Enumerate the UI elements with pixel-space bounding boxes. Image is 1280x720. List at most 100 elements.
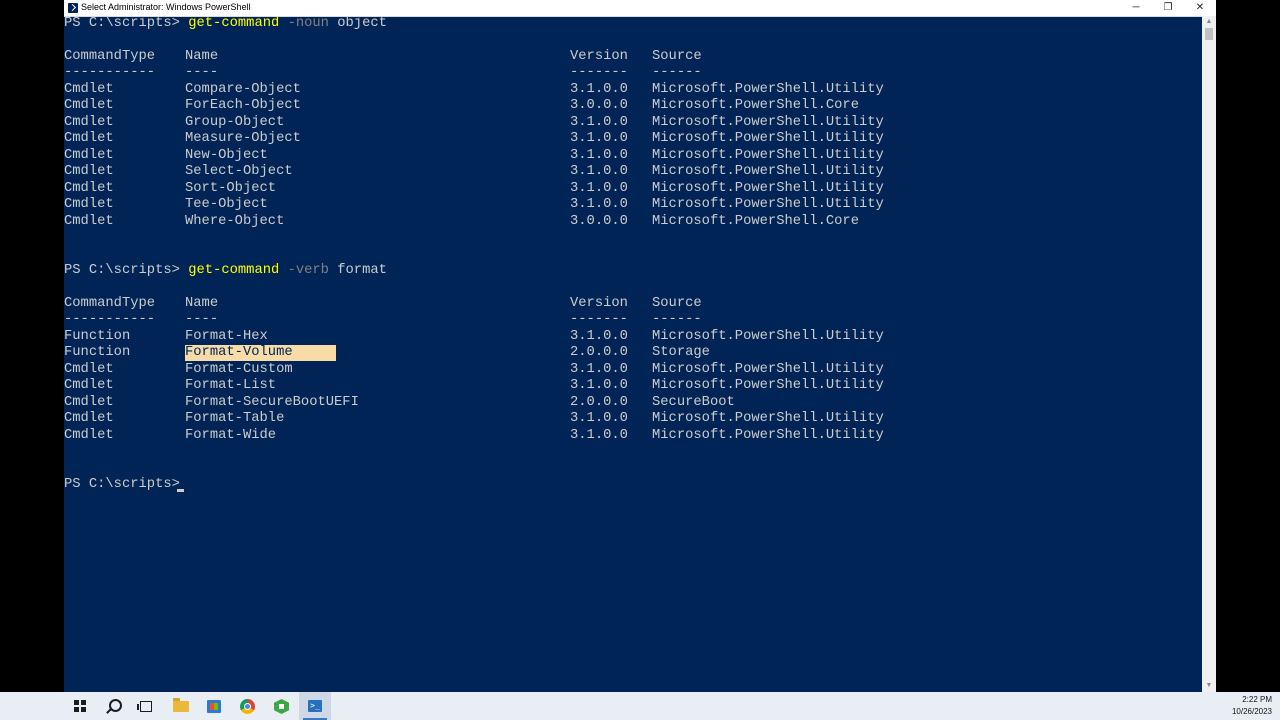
cell-name: Format-SecureBootUEFI [185, 395, 359, 410]
cell-name: Compare-Object [185, 82, 301, 97]
table-separator-row: ----------- ---- ------- ------ [64, 312, 702, 328]
cell-source: Microsoft.PowerShell.Utility [652, 181, 884, 196]
text-cursor [177, 489, 184, 492]
command-text: get-command [188, 16, 280, 31]
title-bar[interactable]: Select Administrator: Windows PowerShell… [64, 0, 1216, 17]
system-clock[interactable]: 2:22 PM 10/26/2023 [1232, 694, 1272, 718]
vertical-scrollbar[interactable]: ▲ ▼ [1202, 16, 1216, 692]
powershell-icon: >_ [308, 700, 322, 712]
chrome-button[interactable] [232, 692, 264, 720]
file-explorer-icon [173, 698, 189, 712]
cell-name: Group-Object [185, 115, 285, 130]
cell-commandtype: Cmdlet [64, 214, 114, 229]
store-button[interactable] [198, 692, 230, 720]
text-selection[interactable]: Format-Volume [185, 345, 336, 361]
header-commandtype: CommandType [64, 296, 156, 311]
powershell-window: Select Administrator: Windows PowerShell… [64, 0, 1216, 692]
separator: ---- [185, 65, 219, 80]
task-view-button[interactable] [130, 692, 162, 720]
command-line-2: PS C:\scripts> get-command -verb format [64, 263, 387, 279]
cell-name-selected[interactable]: Format-Volume [185, 345, 336, 361]
separator: ------- [570, 312, 628, 327]
minimize-button[interactable]: ─ [1120, 0, 1152, 16]
cell-name: Format-Wide [185, 428, 277, 443]
search-button[interactable] [97, 692, 129, 720]
letterbox-left [0, 0, 64, 692]
header-source: Source [652, 296, 702, 311]
separator: ----------- [64, 65, 156, 80]
cell-commandtype: Cmdlet [64, 411, 114, 426]
cell-source: Microsoft.PowerShell.Utility [652, 428, 884, 443]
start-button[interactable] [64, 692, 96, 720]
cell-name: Format-Custom [185, 362, 293, 377]
cell-version: 3.1.0.0 [570, 411, 628, 426]
cell-source: Microsoft.PowerShell.Utility [652, 115, 884, 130]
current-prompt-line[interactable]: PS C:\scripts> [64, 477, 188, 493]
cell-name: Where-Object [185, 214, 285, 229]
argument-text: format [337, 263, 387, 278]
taskbar: >_ 2:22 PM 10/26/2023 [0, 692, 1280, 720]
header-commandtype: CommandType [64, 49, 156, 64]
cell-version: 3.1.0.0 [570, 115, 628, 130]
cell-source: Microsoft.PowerShell.Utility [652, 82, 884, 97]
cell-commandtype: Cmdlet [64, 164, 114, 179]
cell-version: 2.0.0.0 [570, 395, 628, 410]
header-version: Version [570, 296, 628, 311]
cell-version: 3.1.0.0 [570, 362, 628, 377]
separator: ------ [652, 65, 702, 80]
cell-source: Microsoft.PowerShell.Utility [652, 148, 884, 163]
cell-name: New-Object [185, 148, 268, 163]
scrollbar-thumb[interactable] [1205, 28, 1213, 40]
clock-time: 2:22 PM [1242, 695, 1272, 704]
file-explorer-button[interactable] [165, 692, 197, 720]
command-line-1: PS C:\scripts> get-command -noun object [64, 16, 387, 32]
table-header-row: CommandType Name Version Source [64, 296, 702, 312]
cell-source: Microsoft.PowerShell.Utility [652, 362, 884, 377]
app-button[interactable] [266, 692, 298, 720]
clock-date: 10/26/2023 [1231, 707, 1272, 716]
chrome-icon [240, 699, 255, 714]
header-version: Version [570, 49, 628, 64]
cell-version: 3.1.0.0 [570, 197, 628, 212]
cell-source: Microsoft.PowerShell.Utility [652, 329, 884, 344]
cell-commandtype: Cmdlet [64, 378, 114, 393]
cell-source: Microsoft.PowerShell.Utility [652, 411, 884, 426]
cell-name: ForEach-Object [185, 98, 301, 113]
parameter-text: -verb [287, 263, 329, 278]
prompt: PS C:\scripts> [64, 16, 189, 31]
separator: ------ [652, 312, 702, 327]
cell-source: Microsoft.PowerShell.Utility [652, 164, 884, 179]
cell-version: 3.1.0.0 [570, 164, 628, 179]
cell-commandtype: Cmdlet [64, 148, 114, 163]
separator: ----------- [64, 312, 156, 327]
app-hex-icon [274, 699, 289, 714]
table-header-row: CommandType Name Version Source [64, 49, 702, 65]
restore-button[interactable]: ❐ [1152, 0, 1184, 16]
scroll-up-arrow-icon[interactable]: ▲ [1202, 16, 1216, 28]
powershell-taskbar-button[interactable]: >_ [299, 692, 331, 720]
console-output[interactable]: PS C:\scripts> get-command -noun object … [64, 16, 1202, 692]
search-icon [109, 699, 122, 712]
header-name: Name [185, 296, 219, 311]
argument-text: object [337, 16, 387, 31]
prompt: PS C:\scripts> [64, 477, 189, 492]
letterbox-right [1216, 0, 1280, 692]
windows-start-icon [74, 700, 86, 712]
cell-name: Measure-Object [185, 131, 301, 146]
window-title: Select Administrator: Windows PowerShell [81, 2, 251, 12]
header-source: Source [652, 49, 702, 64]
cell-version: 3.0.0.0 [570, 98, 628, 113]
powershell-app-icon [68, 3, 78, 13]
close-button[interactable]: ✕ [1184, 0, 1216, 16]
cell-name: Format-Table [185, 411, 285, 426]
cell-name: Format-Hex [185, 329, 268, 344]
cell-name: Tee-Object [185, 197, 268, 212]
scroll-down-arrow-icon[interactable]: ▼ [1202, 680, 1216, 692]
cell-name: Format-List [185, 378, 277, 393]
cell-source: Microsoft.PowerShell.Utility [652, 378, 884, 393]
cell-version: 3.1.0.0 [570, 148, 628, 163]
cell-commandtype: Function [64, 345, 131, 360]
command-text: get-command [188, 263, 280, 278]
cell-version: 2.0.0.0 [570, 345, 628, 360]
separator: ---- [185, 312, 219, 327]
